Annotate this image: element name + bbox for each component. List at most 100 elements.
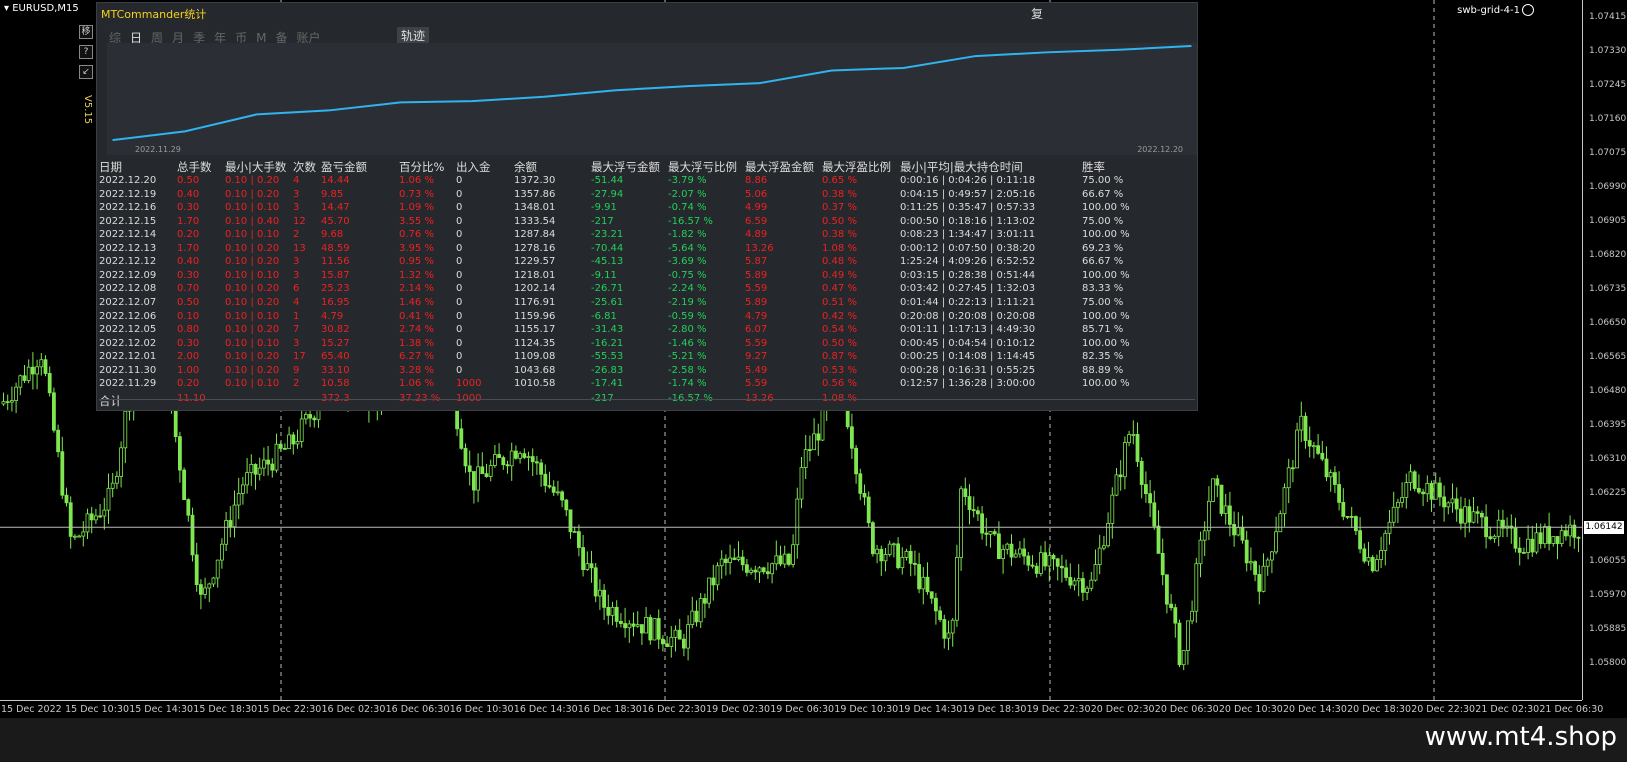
candle (1135, 422, 1140, 468)
candle (635, 611, 640, 628)
price-chart[interactable]: ▾ EURUSD,M15 swb-grid-4-1 移 ? ↙ V5.15 MT… (0, 0, 1582, 700)
candle (215, 559, 220, 588)
symbol-text: EURUSD,M15 (12, 3, 79, 14)
candle (887, 540, 892, 557)
candle (232, 490, 237, 538)
table-cell: 82.35 % (1082, 351, 1124, 363)
candle (1013, 549, 1018, 558)
column-header: 次数 (293, 160, 316, 174)
price-tick: 1.05885 (1589, 624, 1627, 634)
candle (959, 485, 963, 571)
candle (1131, 420, 1136, 445)
tab-trace[interactable]: 轨迹 (397, 27, 430, 44)
table-cell: 0:00:45 | 0:04:54 | 0:10:12 (900, 337, 1036, 349)
table-cell: 2022.12.14 (99, 229, 157, 241)
time-tick: 19 Dec 02:30 (706, 704, 770, 715)
candle (1391, 491, 1396, 527)
restore-button[interactable]: 复 (1031, 5, 1043, 22)
candle (1165, 574, 1169, 614)
table-cell: 0:00:16 | 0:04:26 | 0:11:18 (900, 175, 1036, 186)
candle (1417, 474, 1421, 495)
table-cell: 0 (456, 269, 463, 281)
time-tick: 21 Dec 06:30 (1539, 704, 1604, 715)
table-cell: -25.61 (591, 296, 624, 308)
time-tick: 15 Dec 22:30 (257, 704, 322, 715)
table-cell: -23.21 (591, 229, 624, 241)
candle (627, 620, 632, 643)
candle (1211, 478, 1215, 502)
table-cell: 1.08 % (822, 242, 857, 254)
table-cell: 100.00 % (1082, 202, 1130, 214)
table-cell: 0:00:12 | 0:07:50 | 0:38:20 (900, 242, 1036, 254)
candle (854, 445, 858, 484)
candle (682, 633, 686, 657)
candle (921, 567, 926, 605)
table-cell: -2.24 % (668, 283, 707, 295)
move-button[interactable]: 移 (79, 25, 93, 39)
candle (787, 553, 791, 567)
minimize-arrow-button[interactable]: ↙ (79, 65, 93, 79)
candle (98, 504, 102, 519)
candle (203, 577, 208, 599)
table-cell: 5.87 (745, 256, 768, 268)
candle (1186, 620, 1190, 665)
help-button[interactable]: ? (79, 45, 93, 59)
table-cell: 0.42 % (822, 310, 857, 322)
table-cell: -2.80 % (668, 324, 707, 336)
column-header: 日期 (99, 160, 122, 174)
table-cell: -5.21 % (668, 351, 707, 363)
equity-point (255, 113, 258, 116)
candle (1152, 490, 1157, 530)
table-cell: 0.50 % (822, 215, 857, 227)
time-tick: 20 Dec 22:30 (1411, 704, 1476, 715)
table-cell: 13 (293, 242, 306, 254)
time-tick: 19 Dec 14:30 (898, 704, 963, 715)
symbol-label[interactable]: ▾ EURUSD,M15 (4, 3, 79, 14)
candle (257, 457, 262, 481)
current-price-label: 1.06142 (1584, 521, 1624, 535)
candle (1005, 542, 1010, 555)
table-cell: 8.86 (745, 175, 768, 186)
candle (1282, 483, 1287, 527)
table-cell: 5.89 (745, 269, 768, 281)
price-axis[interactable]: 1.06142 1.07415 1.07330 1.07245 1.07160 1.07… (1582, 0, 1627, 700)
table-cell: 0.38 % (822, 188, 857, 200)
candle (463, 443, 468, 473)
table-cell: -2.19 % (668, 296, 707, 308)
candle (1232, 511, 1236, 547)
candle (883, 547, 888, 572)
candle (73, 534, 77, 540)
table-cell: 2022.12.13 (99, 242, 157, 254)
candle (123, 406, 128, 464)
table-cell: 2022.12.12 (99, 256, 157, 268)
table-cell: -5.64 % (668, 242, 707, 254)
candle (1345, 515, 1350, 520)
candle (1333, 466, 1337, 494)
candle (1412, 470, 1417, 492)
table-cell: 1372.30 (514, 175, 556, 186)
stats-panel: MTCommander统计 复 综日周月季年币 M 备账户 轨迹 2022.11.2… (96, 2, 1198, 411)
table-cell: 9.85 (321, 188, 344, 200)
equity-start-date: 2022.11.29 (135, 145, 181, 154)
candle (68, 496, 73, 549)
table-cell: -16.57 % (668, 215, 713, 227)
candle (967, 484, 972, 525)
column-header: 最大浮亏金额 (591, 160, 660, 174)
candle (22, 365, 27, 383)
candle (707, 577, 711, 609)
time-axis[interactable]: 15 Dec 2022 15 Dec 10:30 15 Dec 14:30 15 De… (0, 700, 1603, 719)
table-cell: 1333.54 (514, 215, 556, 227)
period-tabs: 综日周月季年币 M 备账户 (109, 27, 330, 45)
price-tick: 1.06310 (1589, 454, 1627, 464)
candle (698, 593, 703, 629)
table-cell: 0.10 | 0.20 (225, 175, 280, 186)
table-cell: -27.94 (591, 188, 624, 200)
candle (14, 382, 19, 414)
table-cell: 1.32 % (399, 269, 434, 281)
candle (795, 487, 800, 559)
column-header: 最小|大手数 (225, 160, 287, 174)
candle (1249, 547, 1253, 571)
table-cell: 4 (293, 175, 300, 186)
table-cell: 2022.11.29 (99, 378, 157, 390)
candle (766, 562, 770, 579)
